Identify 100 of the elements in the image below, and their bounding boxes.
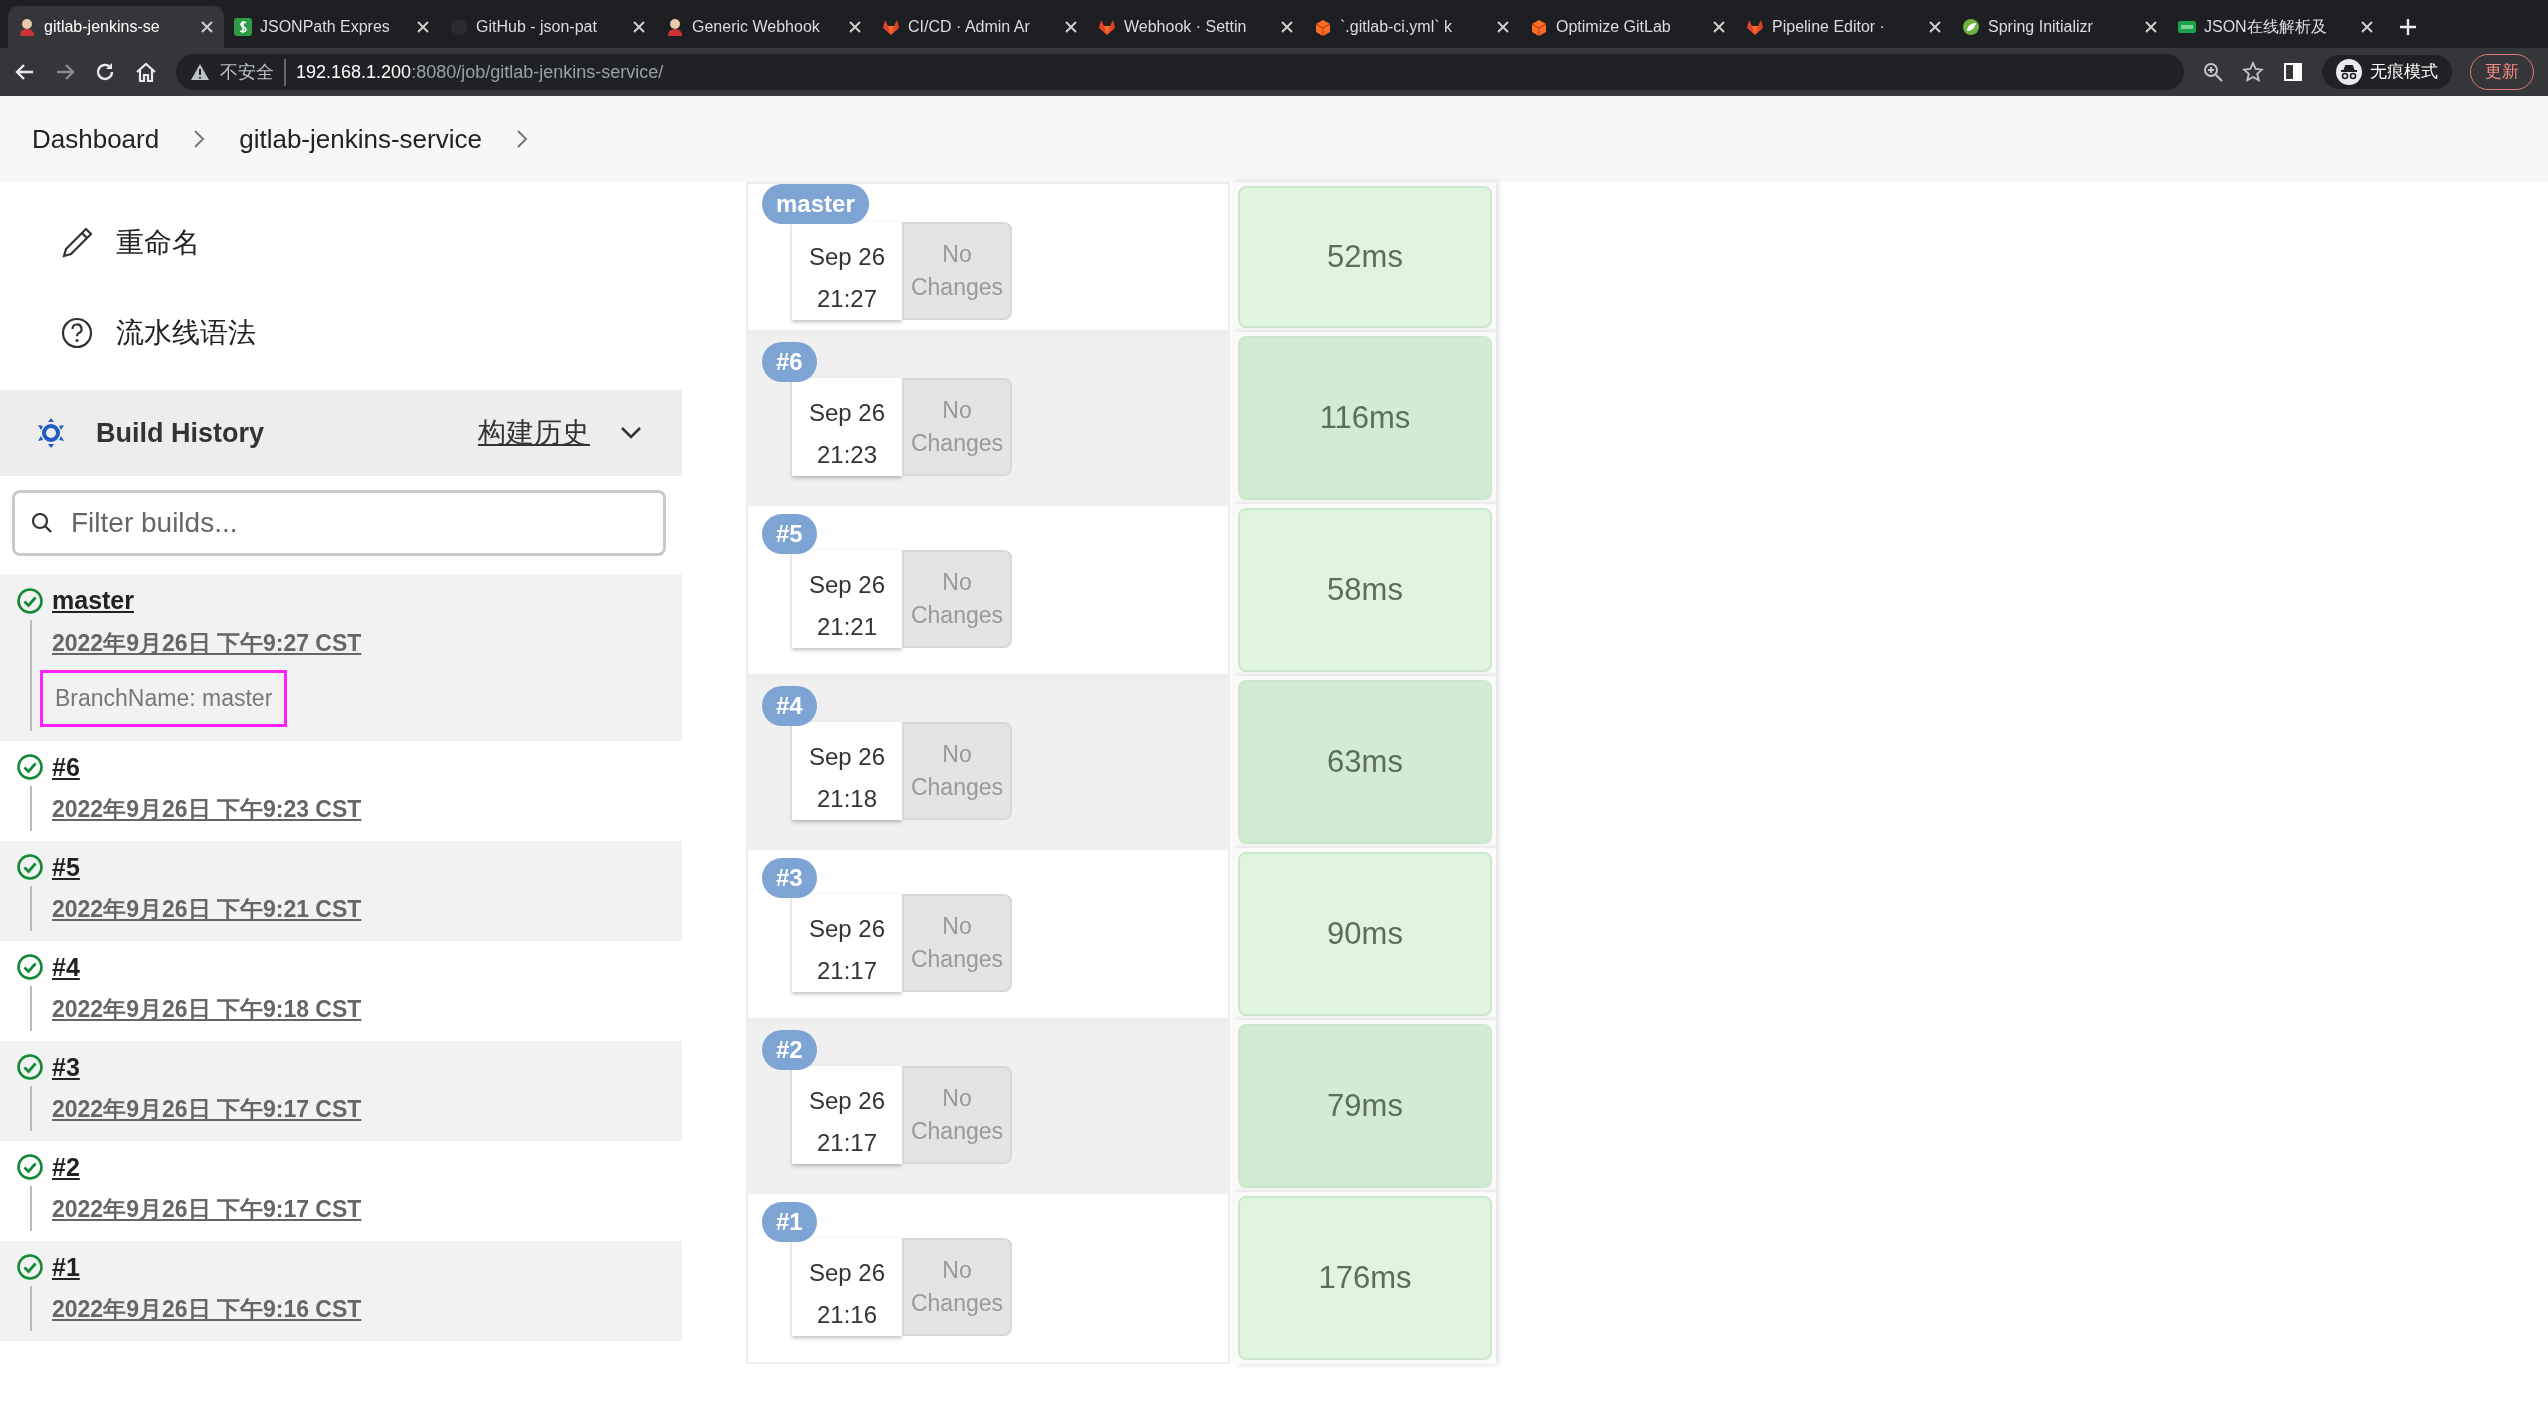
sidebar-item[interactable]: 重命名 bbox=[0, 198, 682, 288]
dollar-icon bbox=[234, 18, 252, 36]
build-link[interactable]: #3 bbox=[52, 1048, 80, 1086]
build-date: Sep 26 bbox=[808, 1086, 886, 1116]
fox-icon bbox=[882, 18, 900, 36]
build-link[interactable]: #6 bbox=[52, 748, 80, 786]
browser-tab[interactable]: Webhook · Settin bbox=[1088, 6, 1304, 48]
trend-link[interactable]: 构建历史 bbox=[478, 412, 590, 454]
security-warning: 不安全 bbox=[220, 60, 274, 84]
changes-label: No Changes bbox=[902, 1238, 1012, 1336]
close-icon[interactable] bbox=[1280, 20, 1294, 34]
build-date-card[interactable]: Sep 26 21:17 bbox=[792, 1066, 902, 1164]
build-date-card[interactable]: Sep 26 21:18 bbox=[792, 722, 902, 820]
build-time-link[interactable]: 2022年9月26日 下午9:16 CST bbox=[52, 1296, 362, 1322]
build-time: 21:16 bbox=[816, 1300, 878, 1330]
close-icon[interactable] bbox=[2144, 20, 2158, 34]
incognito-button[interactable]: 无痕模式 bbox=[2322, 55, 2452, 89]
browser-tab[interactable]: CI/CD · Admin Ar bbox=[872, 6, 1088, 48]
build-date: Sep 26 bbox=[808, 242, 886, 272]
browser-tab[interactable]: Generic Webhook bbox=[656, 6, 872, 48]
changes-label: No Changes bbox=[902, 550, 1012, 648]
stage-duration[interactable]: 52ms bbox=[1238, 186, 1492, 328]
help-icon bbox=[60, 316, 94, 350]
build-link[interactable]: #1 bbox=[52, 1248, 80, 1286]
chevron-right-icon bbox=[193, 129, 206, 149]
build-time: 21:18 bbox=[816, 784, 878, 814]
build-time-link[interactable]: 2022年9月26日 下午9:17 CST bbox=[52, 1096, 362, 1122]
build-link[interactable]: #5 bbox=[52, 848, 80, 886]
changes-label: No Changes bbox=[902, 722, 1012, 820]
fox-icon bbox=[1098, 18, 1116, 36]
filter-field[interactable]: Filter builds... bbox=[12, 490, 666, 556]
build-time-link[interactable]: 2022年9月26日 下午9:17 CST bbox=[52, 1196, 362, 1222]
close-icon[interactable] bbox=[848, 20, 862, 34]
browser-tab[interactable]: Pipeline Editor · bbox=[1736, 6, 1952, 48]
stage-duration[interactable]: 176ms bbox=[1238, 1196, 1492, 1360]
incognito-icon bbox=[2336, 59, 2362, 85]
close-icon[interactable] bbox=[1064, 20, 1078, 34]
changes-label: No Changes bbox=[902, 222, 1012, 320]
build-time-link[interactable]: 2022年9月26日 下午9:23 CST bbox=[52, 796, 362, 822]
reload-icon[interactable] bbox=[94, 61, 116, 83]
changes-label: No Changes bbox=[902, 1066, 1012, 1164]
browser-tab[interactable]: JSON在线解析及 bbox=[2168, 6, 2384, 48]
profile-label: 无痕模式 bbox=[2370, 61, 2438, 84]
plus-icon[interactable] bbox=[2398, 17, 2418, 37]
breadcrumb-link[interactable]: Dashboard bbox=[32, 119, 160, 159]
build-description: BranchName: master bbox=[40, 670, 288, 727]
build-time-link[interactable]: 2022年9月26日 下午9:18 CST bbox=[52, 996, 362, 1022]
build-date-card[interactable]: Sep 26 21:17 bbox=[792, 894, 902, 992]
chevron-down-icon[interactable] bbox=[620, 426, 642, 440]
stage-duration[interactable]: 63ms bbox=[1238, 680, 1492, 844]
build-date-card[interactable]: Sep 26 21:21 bbox=[792, 550, 902, 648]
build-time-link[interactable]: 2022年9月26日 下午9:27 CST bbox=[52, 629, 362, 656]
close-icon[interactable] bbox=[1712, 20, 1726, 34]
leaf-icon bbox=[1962, 18, 1980, 36]
browser-tab[interactable]: gitlab-jenkins-se bbox=[8, 6, 224, 48]
stage-duration[interactable]: 79ms bbox=[1238, 1024, 1492, 1188]
build-date-card[interactable]: Sep 26 21:23 bbox=[792, 378, 902, 476]
changes-label: No Changes bbox=[902, 894, 1012, 992]
gear-icon bbox=[36, 417, 66, 449]
stage-duration[interactable]: 58ms bbox=[1238, 508, 1492, 672]
build-link[interactable]: #2 bbox=[52, 1148, 80, 1186]
browser-tab[interactable]: Spring Initializr bbox=[1952, 6, 2168, 48]
close-icon[interactable] bbox=[416, 20, 430, 34]
build-date-card[interactable]: Sep 26 21:27 bbox=[792, 222, 902, 320]
sidebar-item[interactable]: 流水线语法 bbox=[0, 288, 682, 378]
json-icon bbox=[2178, 18, 2196, 36]
build-link[interactable]: master bbox=[52, 582, 134, 620]
browser-tab[interactable]: Optimize GitLab bbox=[1520, 6, 1736, 48]
box-icon bbox=[1314, 18, 1332, 36]
box-icon bbox=[1530, 18, 1548, 36]
star-icon[interactable] bbox=[2242, 61, 2264, 83]
close-icon[interactable] bbox=[1496, 20, 1510, 34]
breadcrumb-link[interactable]: gitlab-jenkins-service bbox=[239, 119, 482, 159]
build-time: 21:27 bbox=[816, 284, 878, 314]
stage-duration[interactable]: 90ms bbox=[1238, 852, 1492, 1016]
fox-icon bbox=[1746, 18, 1764, 36]
zoom-icon[interactable] bbox=[2202, 61, 2224, 83]
build-history-title: Build History bbox=[96, 416, 265, 450]
build-link[interactable]: #4 bbox=[52, 948, 80, 986]
browser-tab[interactable]: JSONPath Expres bbox=[224, 6, 440, 48]
build-date: Sep 26 bbox=[808, 1258, 886, 1288]
chevron-right-icon bbox=[515, 129, 528, 149]
build-time: 21:17 bbox=[816, 956, 878, 986]
close-icon[interactable] bbox=[2360, 20, 2374, 34]
home-icon[interactable] bbox=[134, 61, 158, 83]
build-time: 21:23 bbox=[816, 440, 878, 470]
sidebar-icon[interactable] bbox=[2282, 61, 2304, 83]
build-time-link[interactable]: 2022年9月26日 下午9:21 CST bbox=[52, 896, 362, 922]
close-icon[interactable] bbox=[632, 20, 646, 34]
build-date-card[interactable]: Sep 26 21:16 bbox=[792, 1238, 902, 1336]
address-bar[interactable]: 不安全 192.168.1.200:8080/job/gitlab-jenkins-service/ bbox=[176, 54, 2184, 90]
build-time: 21:17 bbox=[816, 1128, 878, 1158]
changes-label: No Changes bbox=[902, 378, 1012, 476]
close-icon[interactable] bbox=[200, 20, 214, 34]
stage-duration[interactable]: 116ms bbox=[1238, 336, 1492, 500]
browser-tab[interactable]: `.gitlab-ci.yml` k bbox=[1304, 6, 1520, 48]
build-date: Sep 26 bbox=[808, 398, 886, 428]
build-date: Sep 26 bbox=[808, 914, 886, 944]
browser-tab[interactable]: GitHub - json-pat bbox=[440, 6, 656, 48]
close-icon[interactable] bbox=[1928, 20, 1942, 34]
